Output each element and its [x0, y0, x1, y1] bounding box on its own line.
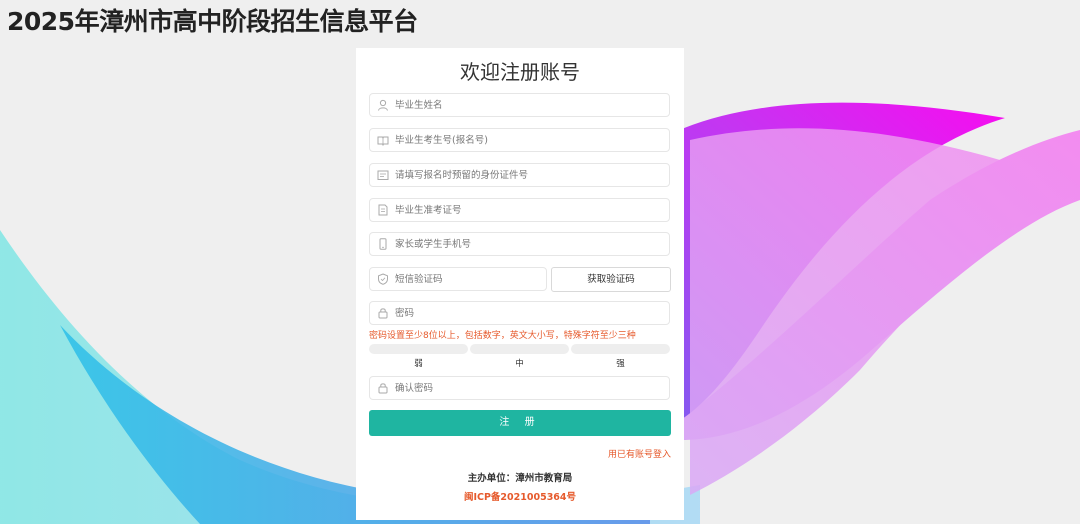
site-title: 2025年漳州市高中阶段招生信息平台	[7, 7, 418, 36]
lock-icon	[378, 383, 388, 394]
confirm-password-field[interactable]	[369, 376, 670, 400]
phone-field[interactable]	[369, 232, 670, 256]
password-strength-meter: 弱 中 强	[369, 344, 671, 369]
register-button[interactable]: 注 册	[369, 410, 671, 436]
password-hint: 密码设置至少8位以上，包括数字，英文大小写，特殊字符至少三种	[369, 331, 636, 341]
get-code-button[interactable]: 获取验证码	[551, 267, 671, 292]
sms-code-input[interactable]	[395, 268, 535, 290]
registration-panel: 欢迎注册账号 毕业生姓名 毕业生考生号(报名号) 请填写报名时预留的身份证件号 …	[356, 48, 684, 520]
strength-label-weak: 弱	[414, 359, 423, 369]
password-field[interactable]	[369, 301, 670, 325]
phone-icon	[379, 238, 387, 250]
id-number-field[interactable]	[369, 163, 670, 187]
strength-label-medium: 中	[515, 359, 524, 369]
login-existing-account-link[interactable]: 用已有账号登入	[608, 447, 671, 460]
graduate-name-field[interactable]	[369, 93, 670, 117]
id-card-icon	[377, 170, 389, 180]
strength-label-strong: 强	[616, 359, 625, 369]
book-icon	[377, 136, 389, 146]
document-icon	[378, 204, 388, 216]
strength-bar-weak	[369, 344, 468, 354]
admission-number-input[interactable]	[395, 199, 655, 221]
exam-number-field[interactable]	[369, 128, 670, 152]
id-number-input[interactable]	[395, 164, 655, 186]
user-icon	[378, 99, 388, 111]
phone-input[interactable]	[395, 233, 655, 255]
strength-bar-medium	[470, 344, 569, 354]
icp-license-link[interactable]: 闽ICP备2021005364号	[356, 489, 684, 503]
form-title: 欢迎注册账号	[460, 60, 580, 84]
graduate-name-input[interactable]	[395, 94, 655, 116]
lock-icon	[378, 308, 388, 319]
sponsor-text: 主办单位：漳州市教育局	[467, 473, 573, 484]
shield-icon	[378, 273, 388, 285]
confirm-password-input[interactable]	[395, 377, 655, 399]
strength-bar-strong	[571, 344, 670, 354]
admission-number-field[interactable]	[369, 198, 670, 222]
exam-number-input[interactable]	[395, 129, 655, 151]
password-input[interactable]	[395, 302, 655, 324]
sms-code-field[interactable]	[369, 267, 547, 291]
